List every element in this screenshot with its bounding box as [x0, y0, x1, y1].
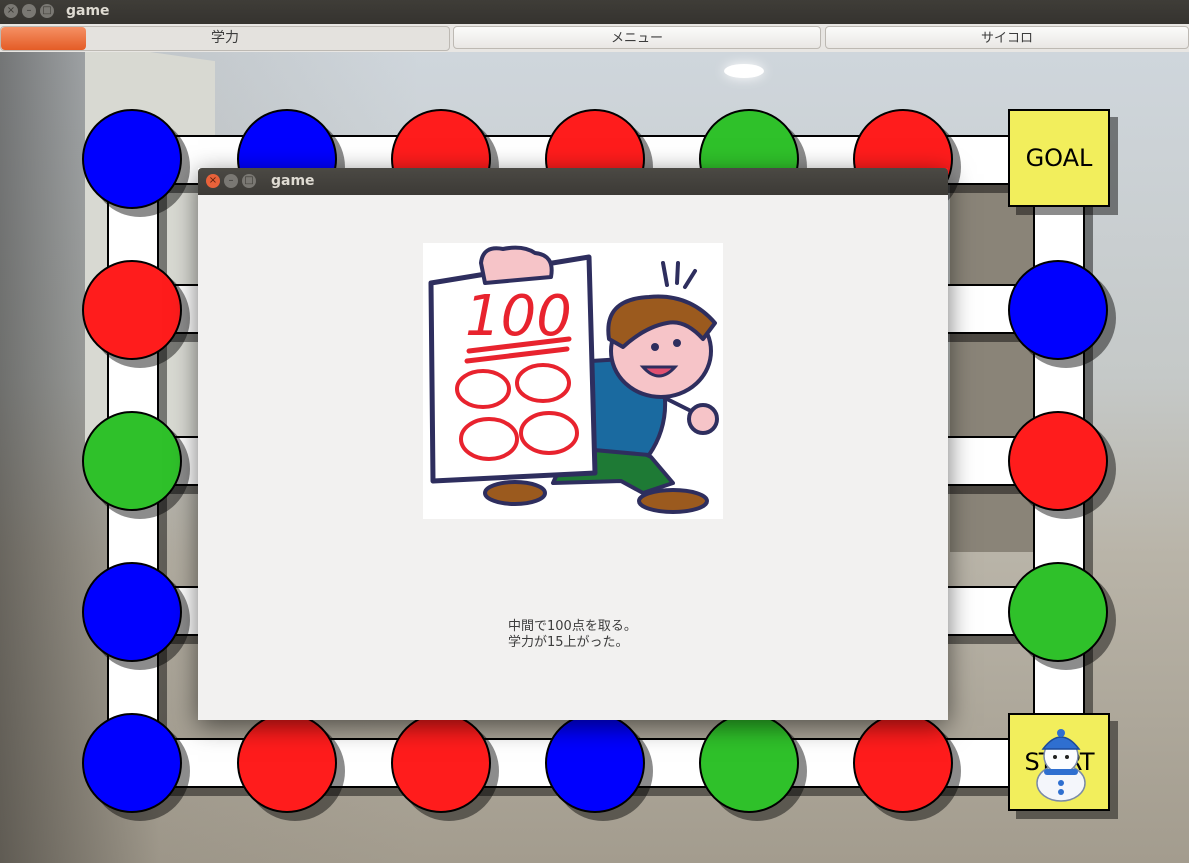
- ceiling-light: [724, 64, 764, 78]
- event-message-line-2: 学力が15上がった。: [508, 635, 629, 650]
- goal-label: GOAL: [1025, 144, 1093, 172]
- event-message-line-1: 中間で100点を取る。: [508, 619, 637, 634]
- dialog-minimize-icon[interactable]: –: [224, 174, 238, 188]
- study-progress-label: 学力: [211, 30, 239, 46]
- goal-square: GOAL: [1008, 109, 1110, 207]
- board-cell-bottom-2: [237, 713, 337, 813]
- dialog-close-icon[interactable]: ×: [206, 174, 220, 188]
- board-cell-right-3: [1008, 562, 1108, 662]
- window-titlebar: × – □ game: [0, 0, 1189, 24]
- board-cell-right-1: [1008, 260, 1108, 360]
- event-dialog: × – □ game 100 中間で100点を取る。 学力が15上がった。: [198, 168, 948, 720]
- snowman-icon[interactable]: [1030, 725, 1092, 803]
- toolbar: 学力 メニュー サイコロ: [0, 24, 1189, 52]
- window-title: game: [66, 3, 110, 19]
- menu-button[interactable]: メニュー: [453, 26, 821, 49]
- dialog-titlebar: × – □ game: [198, 168, 948, 195]
- board-cell-bottom-3: [391, 713, 491, 813]
- dialog-maximize-icon[interactable]: □: [242, 174, 256, 188]
- start-square: START: [1008, 713, 1110, 811]
- close-icon[interactable]: ×: [4, 4, 18, 18]
- board-cell-left-3: [82, 562, 182, 662]
- study-progress-bar: 学力: [0, 26, 450, 51]
- board-cell-bottom-5: [699, 713, 799, 813]
- dialog-body: 100 中間で100点を取る。 学力が15上がった。: [198, 195, 948, 720]
- maximize-icon[interactable]: □: [40, 4, 54, 18]
- dice-button[interactable]: サイコロ: [825, 26, 1189, 49]
- board-cell-left-1: [82, 260, 182, 360]
- board-cell-bottom-4: [545, 713, 645, 813]
- minimize-icon[interactable]: –: [22, 4, 36, 18]
- dialog-title: game: [271, 173, 315, 189]
- event-message: 中間で100点を取る。 学力が15上がった。: [508, 619, 637, 651]
- board-cell-top-1: [82, 109, 182, 209]
- boy-holding-100-test-icon: 100: [423, 243, 723, 519]
- board-cell-right-2: [1008, 411, 1108, 511]
- board-cell-bottom-1: [82, 713, 182, 813]
- board-cell-bottom-6: [853, 713, 953, 813]
- board-cell-left-2: [82, 411, 182, 511]
